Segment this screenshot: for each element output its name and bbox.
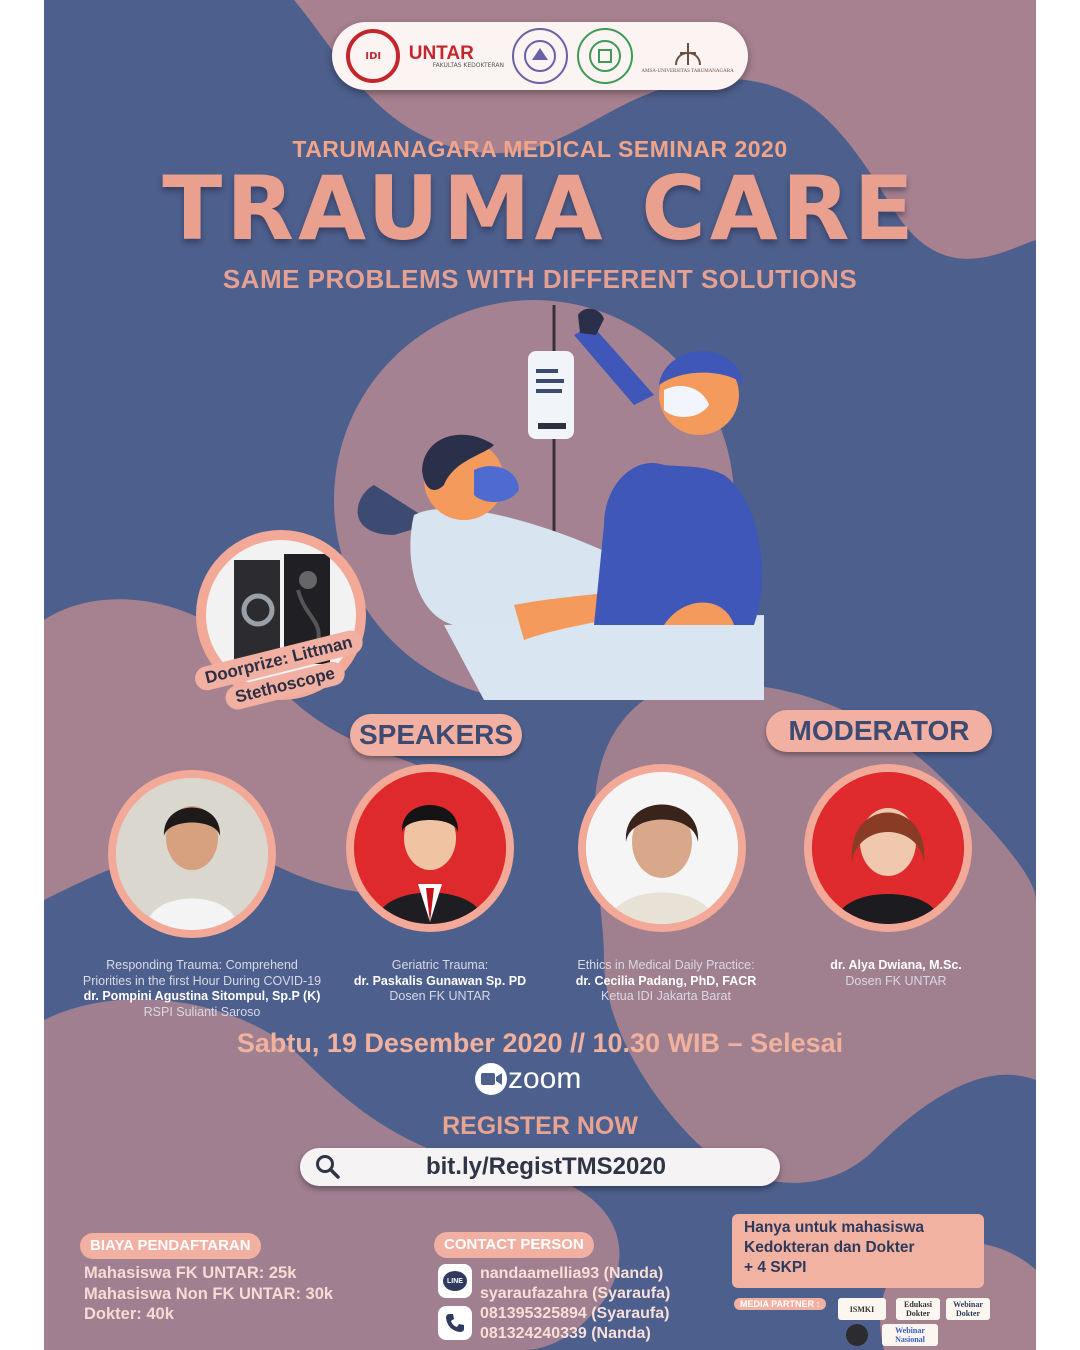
media-partner-logo: ISMKI [838,1298,886,1320]
moderator-heading: MODERATOR [766,710,992,752]
register-heading: REGISTER NOW [442,1112,638,1140]
speaker-1-caption: Responding Trauma: Comprehend Priorities… [82,958,322,1019]
media-partner-logo: Webinar Dokter [946,1298,990,1320]
contact-phone-1[interactable]: 081395325894 (Syaraufa) [480,1304,670,1324]
contact-line-1[interactable]: nandaamellia93 (Nanda) [480,1264,670,1284]
speaker-3-caption: Ethics in Medical Daily Practice: dr. Ce… [575,958,757,1003]
registration-link-bar[interactable]: bit.ly/RegistTMS2020 [300,1148,780,1186]
contact-heading: CONTACT PERSON [434,1232,594,1258]
speaker-3-photo [578,764,746,932]
logo-bar: IDI UNTAR FAKULTAS KEDOKTERAN AMSA-UNIVE… [332,22,748,90]
media-partner-label: MEDIA PARTNER : [734,1298,826,1310]
zoom-icon [475,1063,507,1095]
faculty-seal-purple [512,28,569,84]
page-title: TRAUMA CARE [162,157,918,260]
media-partner-logo: Edukasi Dokter [896,1298,940,1320]
trauma-illustration [357,305,764,700]
contact-line-2[interactable]: syaraufazahra (Syaraufa) [480,1284,670,1304]
poster: IDI UNTAR FAKULTAS KEDOKTERAN AMSA-UNIVE… [44,0,1036,1350]
phone-icon [438,1306,472,1340]
untar-logo: UNTAR FAKULTAS KEDOKTERAN [408,42,504,69]
faculty-seal-green [576,28,633,84]
media-partner-logo: Webinar Nasional [882,1324,938,1346]
zoom-logo: zoom [474,1062,581,1096]
fees-heading: BIAYA PENDAFTARAN [80,1233,261,1259]
moderator-photo [804,764,972,932]
idi-logo: IDI [346,29,401,83]
line-icon: LINE [438,1264,472,1298]
search-icon [316,1155,340,1179]
speakers-heading: SPEAKERS [350,714,522,756]
fee-item: Mahasiswa FK UNTAR: 25k [84,1264,297,1282]
contact-phone-2[interactable]: 081324240339 (Nanda) [480,1324,670,1344]
media-partner-seal [846,1324,868,1346]
speaker-2-caption: Geriatric Trauma: dr. Paskalis Gunawan S… [353,958,527,1003]
fee-item: Mahasiswa Non FK UNTAR: 30k [84,1284,334,1303]
fee-item: Dokter: 40k [84,1305,174,1323]
moderator-caption: dr. Alya Dwiana, M.Sc. Dosen FK UNTAR [830,958,962,988]
event-date: Sabtu, 19 Desember 2020 // 10.30 WIB – S… [236,1028,844,1058]
registration-link[interactable]: bit.ly/RegistTMS2020 [342,1153,780,1181]
speaker-2-photo [346,764,514,932]
contact-list: nandaamellia93 (Nanda) syaraufazahra (Sy… [480,1264,670,1344]
page-subtitle: SAME PROBLEMS WITH DIFFERENT SOLUTIONS [222,264,858,294]
eligibility-note: Hanya untuk mahasiswa Kedokteran dan Dok… [732,1214,984,1288]
speaker-1-photo [108,770,276,938]
fees-list: Mahasiswa FK UNTAR: 25k Mahasiswa Non FK… [84,1263,333,1325]
amsa-logo: AMSA-UNIVERSITAS TARUMANAGARA [641,39,734,74]
